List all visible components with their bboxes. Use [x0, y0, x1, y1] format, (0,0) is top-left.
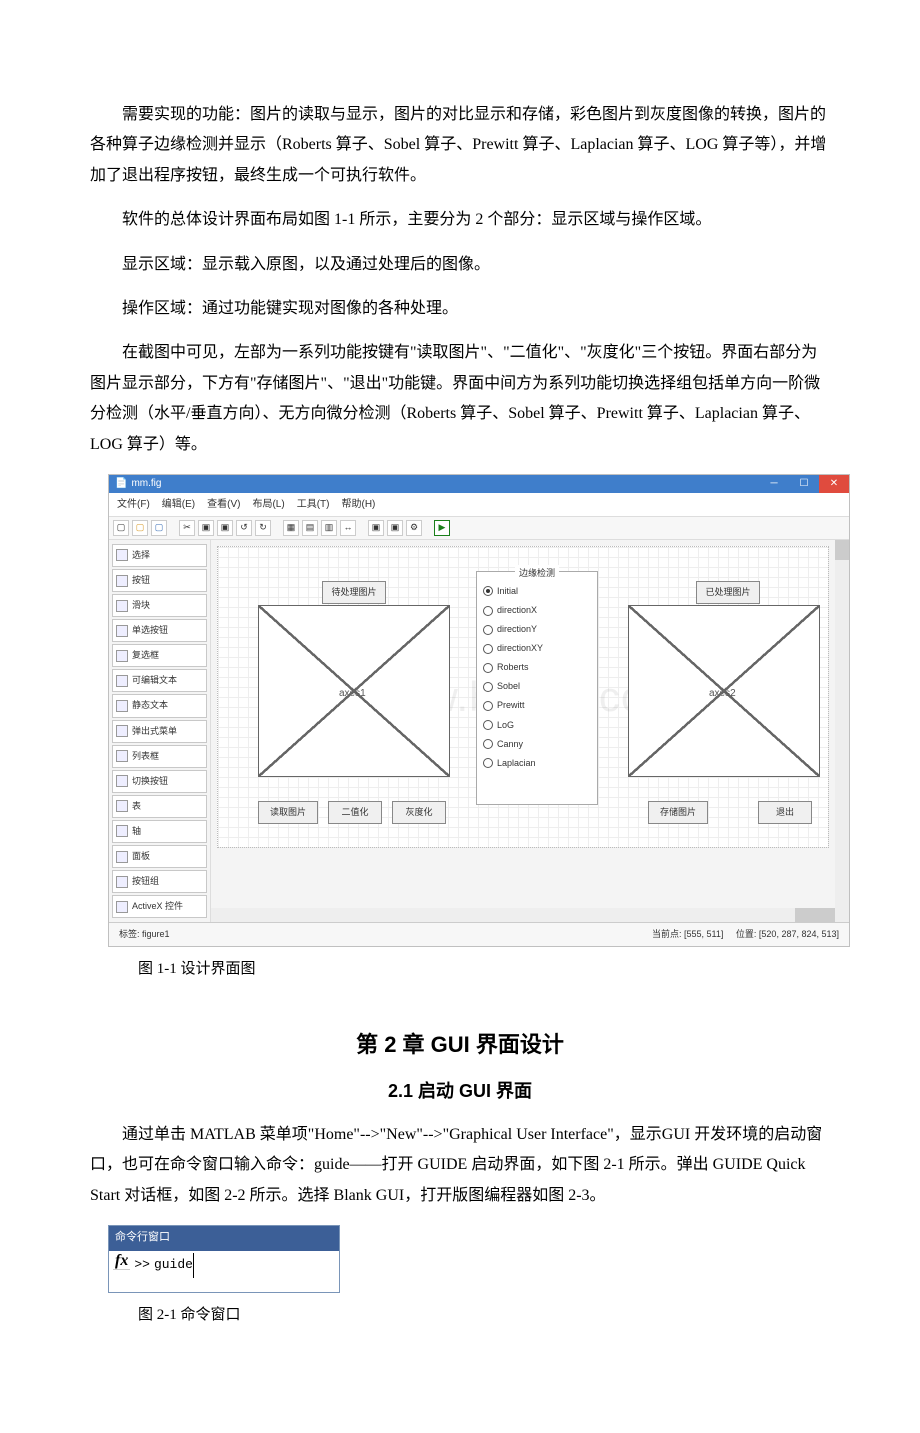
- label-pending: 待处理图片: [322, 581, 386, 604]
- toolbar-icon[interactable]: ▥: [321, 520, 337, 536]
- caption-2-1: 图 2-1 命令窗口: [108, 1301, 830, 1330]
- palette-activex[interactable]: ActiveX 控件: [112, 895, 207, 918]
- paragraph-2: 软件的总体设计界面布局如图 1-1 所示，主要分为 2 个部分：显示区域与操作区…: [90, 205, 830, 235]
- menu-layout[interactable]: 布局(L): [252, 495, 284, 514]
- palette-checkbox[interactable]: 复选框: [112, 644, 207, 667]
- palette-table[interactable]: 表: [112, 795, 207, 818]
- axes2[interactable]: axes2: [628, 605, 820, 777]
- label-processed: 已处理图片: [696, 581, 760, 604]
- toolbar-icon[interactable]: ↻: [255, 520, 271, 536]
- palette-static[interactable]: 静态文本: [112, 694, 207, 717]
- toolbar-icon[interactable]: ▣: [368, 520, 384, 536]
- panel-title: 边缘检测: [515, 565, 559, 582]
- titlebar: 📄 mm.fig ─ ☐ ✕: [109, 475, 849, 493]
- toolbar-icon[interactable]: ▣: [198, 520, 214, 536]
- toolbar-icon[interactable]: ▢: [151, 520, 167, 536]
- radio-log[interactable]: LoG: [477, 716, 597, 735]
- palette-toggle[interactable]: 切换按钮: [112, 770, 207, 793]
- toolbar-icon[interactable]: ▢: [113, 520, 129, 536]
- minimize-button[interactable]: ─: [759, 475, 789, 493]
- fx-icon: fx: [113, 1253, 130, 1270]
- run-icon[interactable]: ▶: [434, 520, 450, 536]
- palette-buttongroup[interactable]: 按钮组: [112, 870, 207, 893]
- status-tag: 标签: figure1: [119, 926, 170, 943]
- radio-initial[interactable]: Initial: [477, 582, 597, 601]
- radio-directiony[interactable]: directionY: [477, 620, 597, 639]
- btn-binarize[interactable]: 二值化: [328, 801, 382, 824]
- maximize-button[interactable]: ☐: [789, 475, 819, 493]
- menu-file[interactable]: 文件(F): [117, 495, 150, 514]
- palette-popup[interactable]: 弹出式菜单: [112, 720, 207, 743]
- menubar: 文件(F) 编辑(E) 查看(V) 布局(L) 工具(T) 帮助(H): [109, 493, 849, 517]
- toolbar-icon[interactable]: ⚙: [406, 520, 422, 536]
- btn-grayscale[interactable]: 灰度化: [392, 801, 446, 824]
- paragraph-6: 通过单击 MATLAB 菜单项"Home"-->"New"-->"Graphic…: [90, 1120, 830, 1211]
- toolbar: ▢ ▢ ▢ ✂ ▣ ▣ ↺ ↻ ▦ ▤ ▥ ↔ ▣ ▣ ⚙ ▶: [109, 517, 849, 540]
- app-icon: 📄: [115, 474, 127, 493]
- palette-axes[interactable]: 轴: [112, 820, 207, 843]
- palette-panel[interactable]: 面板: [112, 845, 207, 868]
- toolbar-icon[interactable]: ▣: [217, 520, 233, 536]
- command-input[interactable]: guide: [154, 1253, 194, 1278]
- palette-slider[interactable]: 滑块: [112, 594, 207, 617]
- guide-window: 📄 mm.fig ─ ☐ ✕ 文件(F) 编辑(E) 查看(V) 布局(L) 工…: [108, 474, 850, 948]
- paragraph-3: 显示区域：显示载入原图，以及通过处理后的图像。: [90, 250, 830, 280]
- menu-edit[interactable]: 编辑(E): [162, 495, 195, 514]
- toolbar-icon[interactable]: ▦: [283, 520, 299, 536]
- toolbar-icon[interactable]: ↔: [340, 520, 356, 536]
- status-position: 位置: [520, 287, 824, 513]: [736, 929, 839, 939]
- btn-read[interactable]: 读取图片: [258, 801, 318, 824]
- component-palette: 选择 按钮 滑块 单选按钮 复选框 可编辑文本 静态文本 弹出式菜单 列表框 切…: [109, 540, 211, 922]
- radio-canny[interactable]: Canny: [477, 735, 597, 754]
- radio-sobel[interactable]: Sobel: [477, 677, 597, 696]
- radio-laplacian[interactable]: Laplacian: [477, 754, 597, 773]
- menu-help[interactable]: 帮助(H): [341, 495, 375, 514]
- paragraph-4: 操作区域：通过功能键实现对图像的各种处理。: [90, 294, 830, 324]
- btn-save[interactable]: 存储图片: [648, 801, 708, 824]
- toolbar-icon[interactable]: ▣: [387, 520, 403, 536]
- paragraph-5: 在截图中可见，左部为一系列功能按键有"读取图片"、"二值化"、"灰度化"三个按钮…: [90, 338, 830, 460]
- section-2-1-heading: 2.1 启动 GUI 界面: [90, 1074, 830, 1108]
- toolbar-icon[interactable]: ▤: [302, 520, 318, 536]
- palette-listbox[interactable]: 列表框: [112, 745, 207, 768]
- menu-view[interactable]: 查看(V): [207, 495, 240, 514]
- edge-panel: 边缘检测 Initial directionX directionY direc…: [476, 571, 598, 805]
- window-title: mm.fig: [131, 474, 161, 493]
- toolbar-icon[interactable]: ↺: [236, 520, 252, 536]
- close-button[interactable]: ✕: [819, 475, 849, 493]
- toolbar-icon[interactable]: ✂: [179, 520, 195, 536]
- paragraph-1: 需要实现的功能：图片的读取与显示，图片的对比显示和存储，彩色图片到灰度图像的转换…: [90, 100, 830, 191]
- palette-edit[interactable]: 可编辑文本: [112, 669, 207, 692]
- palette-radio[interactable]: 单选按钮: [112, 619, 207, 642]
- status-bar: 标签: figure1 当前点: [555, 511] 位置: [520, 28…: [109, 922, 849, 946]
- radio-directionxy[interactable]: directionXY: [477, 639, 597, 658]
- palette-select[interactable]: 选择: [112, 544, 207, 567]
- status-point: 当前点: [555, 511]: [652, 929, 723, 939]
- radio-roberts[interactable]: Roberts: [477, 658, 597, 677]
- command-window: 命令行窗口 fx >> guide: [108, 1225, 340, 1293]
- caption-1-1: 图 1-1 设计界面图: [108, 955, 830, 984]
- layout-canvas[interactable]: www.bdocx.com 待处理图片 axes1 边缘检测 Initial d…: [217, 546, 829, 848]
- btn-exit[interactable]: 退出: [758, 801, 812, 824]
- menu-tools[interactable]: 工具(T): [297, 495, 330, 514]
- command-window-title: 命令行窗口: [109, 1226, 339, 1251]
- axes1[interactable]: axes1: [258, 605, 450, 777]
- command-prompt: >>: [134, 1253, 150, 1278]
- toolbar-icon[interactable]: ▢: [132, 520, 148, 536]
- radio-directionx[interactable]: directionX: [477, 601, 597, 620]
- radio-prewitt[interactable]: Prewitt: [477, 696, 597, 715]
- palette-pushbutton[interactable]: 按钮: [112, 569, 207, 592]
- chapter-2-heading: 第 2 章 GUI 界面设计: [90, 1024, 830, 1066]
